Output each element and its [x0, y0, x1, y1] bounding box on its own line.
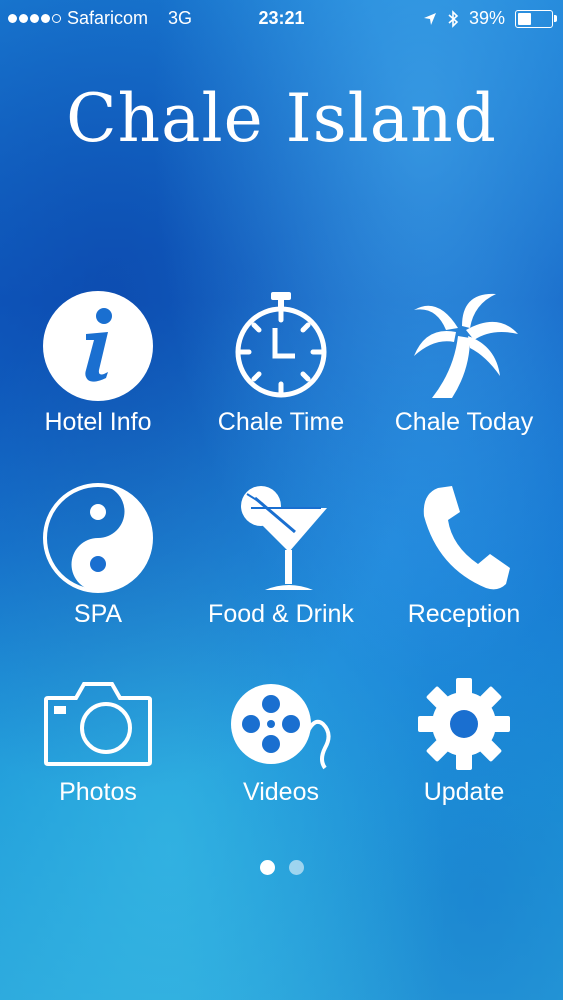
menu-item-chale-today[interactable]: Chale Today — [379, 290, 549, 437]
menu-item-hotel-info[interactable]: Hotel Info — [13, 290, 183, 437]
page-dot-active[interactable] — [259, 860, 275, 875]
menu-item-videos[interactable]: Videos — [196, 676, 366, 807]
menu-grid: Hotel Info Chale Time Chale Today SPA Fo… — [0, 0, 563, 1000]
menu-item-label: Photos — [59, 778, 137, 806]
menu-item-label: Chale Time — [217, 408, 345, 436]
stopwatch-icon — [235, 292, 327, 398]
menu-item-photos[interactable]: Photos — [13, 676, 183, 807]
film-reel-icon — [231, 684, 331, 770]
menu-item-label: Chale Today — [394, 408, 534, 436]
page-indicator — [0, 860, 563, 875]
menu-item-label: Hotel Info — [44, 408, 152, 436]
info-icon — [43, 291, 153, 401]
gear-icon — [418, 678, 510, 770]
menu-item-food-drink[interactable]: Food & Drink — [196, 482, 366, 629]
menu-item-label: Food & Drink — [208, 600, 354, 628]
menu-item-reception[interactable]: Reception — [379, 482, 549, 629]
phone-icon — [423, 486, 510, 590]
yin-yang-icon — [43, 483, 153, 593]
menu-item-label: SPA — [73, 600, 123, 628]
menu-item-label: Videos — [243, 778, 319, 806]
menu-item-chale-time[interactable]: Chale Time — [196, 290, 366, 437]
menu-item-label: Update — [423, 778, 505, 806]
cocktail-icon — [241, 486, 327, 590]
menu-item-spa[interactable]: SPA — [13, 482, 183, 629]
palm-tree-icon — [414, 293, 518, 398]
menu-item-update[interactable]: Update — [379, 676, 549, 807]
camera-icon — [44, 682, 152, 766]
menu-item-label: Reception — [407, 600, 521, 628]
page-dot-inactive[interactable] — [288, 860, 304, 875]
